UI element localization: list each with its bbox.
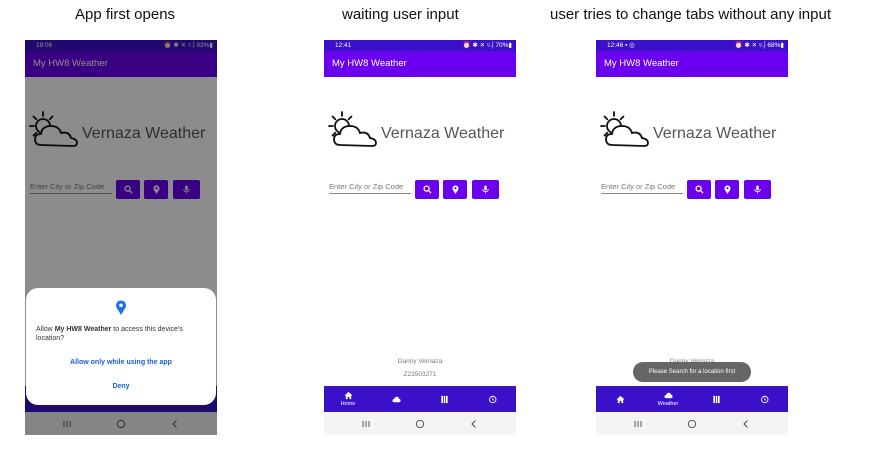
home-icon [615,395,625,403]
app-bar: My HW8 Weather [596,51,788,77]
location-pin-icon [116,300,126,315]
cloud-icon [391,396,401,402]
phone-screen-first-open: 18:06 ⏰ ✱ ✕ ▿.⸽ 93%▮ My HW8 Weather Vern… [25,40,217,435]
microphone-icon [482,185,489,194]
city-input[interactable]: Enter City or Zip Code [329,181,411,194]
history-icon [760,395,768,403]
system-nav-bar [596,412,788,435]
cloud-icon [663,392,673,399]
caption-app-first-opens: App first opens [75,6,176,23]
permission-message: Allow My HW8 Weather to access this devi… [36,326,183,342]
app-title: My HW8 Weather [332,58,407,69]
back-nav-button[interactable] [740,418,752,429]
bottom-tab-bar: Weather [596,386,788,412]
allow-while-using-button[interactable]: Allow only while using the app [26,359,216,366]
phone-screen-tab-change-no-input: 12:46 ▪ ◎ ⏰ ✱ ✕ ▿.⸽ 68%▮ My HW8 Weather … [596,40,788,435]
status-bar: 12:46 ▪ ◎ ⏰ ✱ ✕ ▿.⸽ 68%▮ [596,40,788,51]
recent-apps-button[interactable] [360,418,372,429]
back-chevron-icon [743,419,748,428]
tab-home-label: Home [340,401,356,407]
brand-title: Vernaza Weather [381,125,505,142]
status-icons: ⏰ ✱ ✕ ▿.⸽ 70%▮ [462,42,512,49]
status-time: 12:46 ▪ ◎ [607,42,635,49]
search-icon [422,185,432,194]
status-time: 12:41 [335,42,352,49]
tab-home[interactable] [596,386,644,412]
recent-apps-icon [634,420,642,427]
bottom-tab-bar: Home [324,386,516,412]
brand-title: Vernaza Weather [653,125,777,142]
search-button[interactable] [687,180,711,199]
caption-waiting-user-input: waiting user input [342,6,459,23]
phone-screen-waiting-input: 12:41 ⏰ ✱ ✕ ▿.⸽ 70%▮ My HW8 Weather Vern… [324,40,516,435]
status-icons: ⏰ ✱ ✕ ▿.⸽ 68%▮ [734,42,784,49]
tab-history[interactable] [468,386,516,412]
location-button[interactable] [715,180,739,199]
search-button[interactable] [415,180,439,199]
map-icon [712,395,720,403]
tab-weather[interactable]: Weather [644,386,692,412]
recent-apps-button[interactable] [632,418,644,429]
app-bar: My HW8 Weather [324,51,516,77]
location-pin-icon [451,185,459,194]
deny-button[interactable]: Deny [26,383,216,390]
tab-weather[interactable] [372,386,420,412]
location-pin-icon [723,185,731,194]
developer-name: Danny Vernaza [397,358,443,365]
back-nav-button[interactable] [468,418,480,429]
tab-home[interactable]: Home [324,386,372,412]
partly-cloudy-logo-icon [600,111,649,147]
history-icon [488,395,496,403]
recent-apps-icon [362,420,370,427]
voice-input-button[interactable] [472,180,499,199]
partly-cloudy-logo-icon [328,111,377,147]
search-icon [694,185,704,194]
tab-history[interactable] [740,386,788,412]
tab-weather-label: Weather [657,401,679,407]
app-title: My HW8 Weather [604,58,679,69]
toast-message: Please Search for a location first [633,362,751,382]
back-chevron-icon [471,419,476,428]
tab-map[interactable] [420,386,468,412]
developer-id: Z23503271 [403,371,437,378]
status-bar: 12:41 ⏰ ✱ ✕ ▿.⸽ 70%▮ [324,40,516,51]
home-nav-button[interactable] [686,418,698,429]
microphone-icon [754,185,761,194]
city-input[interactable]: Enter City or Zip Code [601,181,683,194]
home-circle-icon [416,419,424,428]
voice-input-button[interactable] [744,180,771,199]
location-button[interactable] [443,180,467,199]
tab-map[interactable] [692,386,740,412]
home-icon [343,391,353,400]
map-icon [440,395,448,403]
location-permission-dialog: Allow My HW8 Weather to access this devi… [26,288,216,405]
system-nav-bar [324,412,516,435]
home-nav-button[interactable] [414,418,426,429]
caption-change-tabs-no-input: user tries to change tabs without any in… [550,6,832,23]
home-circle-icon [688,419,696,428]
